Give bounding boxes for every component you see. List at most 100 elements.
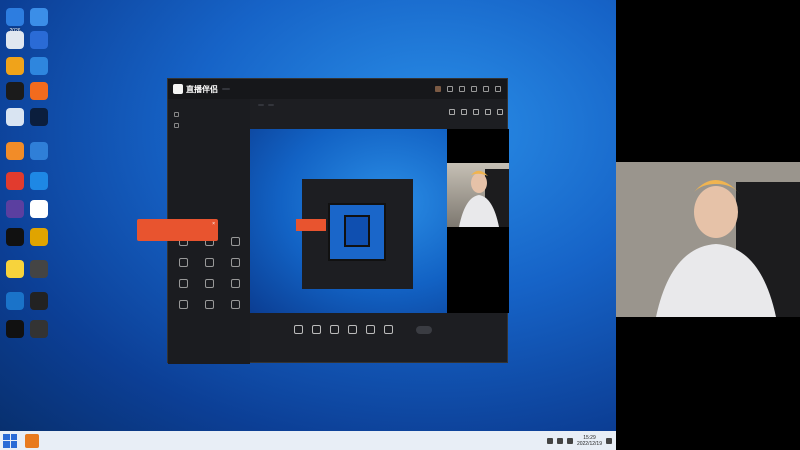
copy-icon[interactable]	[473, 109, 479, 115]
app-icon	[30, 108, 48, 126]
title-bar: 直播伴侣	[168, 79, 507, 99]
app-icon	[6, 108, 24, 126]
sidebar-tabs	[168, 99, 250, 109]
control-button[interactable]	[312, 324, 321, 336]
control-icon	[294, 324, 303, 334]
version-badge[interactable]	[222, 88, 230, 90]
screen-capture	[250, 129, 447, 313]
close-icon[interactable]: ×	[212, 221, 215, 227]
app-logo: 直播伴侣	[173, 84, 218, 95]
settings-icon[interactable]	[459, 86, 465, 92]
start-live-button[interactable]	[416, 326, 432, 334]
tool-button[interactable]	[222, 237, 248, 248]
notice-popup: ×	[137, 219, 218, 241]
control-button[interactable]	[294, 324, 303, 336]
logo-icon	[173, 84, 183, 94]
tool-button[interactable]	[196, 258, 222, 269]
system-tray: 15:29 2022/12/19	[546, 435, 616, 447]
webcam-overlay	[616, 162, 800, 317]
tool-icon	[204, 258, 214, 267]
microphone-button[interactable]	[366, 324, 375, 336]
control-button[interactable]	[348, 324, 357, 336]
app-icon	[30, 260, 48, 278]
tool-icon	[230, 237, 240, 246]
live-companion-window: 直播伴侣	[167, 78, 509, 364]
clock[interactable]: 15:29 2022/12/19	[577, 435, 602, 447]
close-icon[interactable]	[495, 86, 501, 92]
speaker-button[interactable]	[384, 324, 393, 336]
window-controls	[435, 86, 507, 92]
desktop-icon[interactable]	[24, 172, 54, 192]
maximize-icon[interactable]	[483, 86, 489, 92]
eye-icon[interactable]	[174, 123, 179, 128]
desktop-icon[interactable]	[24, 142, 54, 162]
network-icon[interactable]	[556, 437, 563, 444]
main-panel	[250, 99, 509, 364]
control-bar	[250, 315, 509, 345]
tool-button[interactable]	[222, 279, 248, 290]
taskbar-app-icon[interactable]	[25, 433, 39, 448]
app-icon	[6, 172, 24, 190]
desktop-icon[interactable]	[24, 31, 54, 51]
avatar[interactable]	[435, 86, 441, 92]
minimize-icon[interactable]	[471, 86, 477, 92]
tool-icon	[178, 300, 188, 309]
start-button[interactable]	[3, 433, 17, 448]
clock-date: 2022/12/19	[576, 440, 602, 447]
app-icon	[30, 31, 48, 49]
control-icon	[330, 324, 339, 334]
control-icon	[312, 324, 321, 334]
tool-button[interactable]	[196, 279, 222, 290]
tool-icon	[178, 279, 188, 288]
lock-icon[interactable]	[461, 109, 467, 115]
tool-button[interactable]	[170, 300, 196, 311]
desktop-icon[interactable]	[24, 260, 54, 280]
desktop-icon[interactable]	[24, 228, 54, 248]
taskbar: 15:29 2022/12/19	[0, 431, 616, 450]
tool-button[interactable]	[170, 258, 196, 269]
scene-item[interactable]	[168, 109, 250, 120]
desktop-icon[interactable]	[24, 292, 54, 312]
app-icon	[6, 142, 24, 160]
scene-item[interactable]	[168, 120, 250, 131]
control-icon	[348, 324, 357, 334]
app-icon	[6, 200, 24, 218]
bell-icon[interactable]	[485, 109, 491, 115]
microphone-icon	[366, 324, 375, 334]
app-icon	[6, 320, 24, 338]
tool-button[interactable]	[222, 258, 248, 269]
desktop-icon[interactable]	[24, 57, 54, 77]
room-title-row	[250, 99, 509, 108]
tool-icon	[178, 258, 188, 267]
menu-icon[interactable]	[447, 86, 453, 92]
desktop-icon[interactable]	[24, 82, 54, 102]
notification-icon[interactable]	[606, 437, 612, 444]
eye-icon[interactable]	[174, 112, 179, 117]
nested-popup	[296, 219, 326, 231]
app-icon	[6, 57, 24, 75]
room-tag[interactable]	[258, 104, 264, 106]
app-icon	[30, 200, 48, 218]
tool-icon	[204, 279, 214, 288]
app-icon	[6, 8, 24, 26]
tray-icon[interactable]	[546, 437, 553, 444]
app-icon	[6, 31, 24, 49]
share-icon[interactable]	[497, 109, 503, 115]
volume-icon[interactable]	[566, 437, 573, 444]
desktop-icon[interactable]	[24, 108, 54, 128]
camera-preview	[447, 163, 509, 227]
desktop-icon[interactable]	[24, 200, 54, 220]
app-icon	[6, 228, 24, 246]
app-icon	[30, 142, 48, 160]
live-preview[interactable]	[250, 129, 509, 313]
desktop-icon[interactable]	[24, 8, 54, 28]
desktop-icon[interactable]	[24, 320, 54, 340]
tool-button[interactable]	[170, 279, 196, 290]
room-tag[interactable]	[268, 104, 274, 106]
tool-button[interactable]	[222, 300, 248, 311]
control-button[interactable]	[330, 324, 339, 336]
delete-icon[interactable]	[449, 109, 455, 115]
tool-icon	[230, 279, 240, 288]
status-bar	[250, 350, 509, 364]
tool-button[interactable]	[196, 300, 222, 311]
